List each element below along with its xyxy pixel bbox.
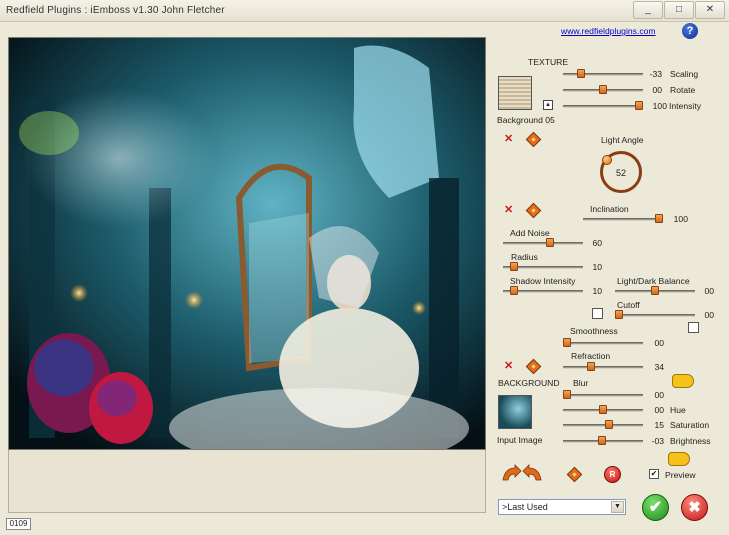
- smoothness-slider[interactable]: [563, 342, 643, 345]
- scaling-slider[interactable]: [563, 73, 643, 76]
- light-angle-label: Light Angle: [601, 135, 644, 145]
- inclination-label: Inclination: [590, 204, 629, 214]
- saturation-label: Saturation: [670, 420, 710, 430]
- pointing-hand-icon: [672, 374, 694, 388]
- brightness-slider-thumb[interactable]: [597, 436, 606, 445]
- cutoff-high-box[interactable]: [688, 322, 699, 333]
- light-remove-icon[interactable]: ✕: [504, 204, 513, 216]
- rotate-label: Rotate: [670, 85, 696, 95]
- texture-section-label: TEXTURE: [528, 57, 569, 67]
- saturation-value: 15: [654, 420, 664, 430]
- shadow-intensity-label: Shadow Intensity: [510, 276, 576, 286]
- refraction-slider-thumb[interactable]: [587, 362, 596, 371]
- preset-select-value: >Last Used: [502, 502, 548, 512]
- preview-checkbox[interactable]: ✔: [649, 469, 659, 479]
- help-icon[interactable]: ?: [682, 23, 698, 39]
- smoothness-value: 00: [654, 338, 664, 348]
- pointing-hand-icon: [668, 452, 690, 466]
- light-dark-balance-label: Light/Dark Balance: [617, 276, 690, 286]
- refraction-slider[interactable]: [563, 366, 643, 369]
- intensity-value: 100: [652, 101, 667, 111]
- radius-label: Radius: [511, 252, 538, 262]
- smoothness-slider-thumb[interactable]: [563, 338, 571, 347]
- preview-label: Preview: [665, 470, 696, 480]
- intensity-label: Intensity: [669, 101, 702, 111]
- hue-slider-thumb[interactable]: [599, 405, 607, 414]
- undo-redo-arrows-icon[interactable]: [499, 464, 545, 482]
- randomize-icon[interactable]: [566, 466, 583, 483]
- background-section-label: BACKGROUND: [498, 378, 560, 388]
- background-name: Input Image: [497, 435, 543, 445]
- light-dark-balance-value: 00: [704, 286, 714, 296]
- inclination-value: 100: [673, 214, 688, 224]
- saturation-slider[interactable]: [563, 424, 643, 427]
- brightness-value: -03: [651, 436, 664, 446]
- brightness-label: Brightness: [670, 436, 711, 446]
- radius-slider-thumb[interactable]: [510, 262, 519, 271]
- refraction-label: Refraction: [571, 351, 611, 361]
- cutoff-low-box[interactable]: [592, 308, 603, 319]
- noise-remove-icon[interactable]: ✕: [504, 360, 513, 372]
- intensity-slider[interactable]: [563, 105, 643, 108]
- title-bar: Redfield Plugins : iEmboss v1.30 John Fl…: [0, 0, 729, 22]
- inclination-slider-thumb[interactable]: [655, 214, 663, 223]
- preview-check-mark: ✔: [650, 469, 658, 478]
- light-load-icon[interactable]: [525, 202, 542, 219]
- blur-label: Blur: [573, 378, 589, 388]
- rotate-slider-thumb[interactable]: [599, 85, 607, 94]
- chevron-down-icon[interactable]: ▼: [611, 501, 624, 513]
- cutoff-slider[interactable]: [615, 314, 695, 317]
- intensity-slider-thumb[interactable]: [635, 101, 643, 110]
- texture-thumbnail[interactable]: [498, 76, 532, 110]
- cancel-button[interactable]: ✖: [681, 494, 708, 521]
- preset-select[interactable]: >Last Used ▼: [498, 499, 626, 515]
- background-thumbnail[interactable]: [498, 395, 532, 429]
- add-noise-slider[interactable]: [503, 242, 583, 245]
- texture-load-icon[interactable]: [525, 131, 542, 148]
- shadow-intensity-value: 10: [592, 286, 602, 296]
- blur-value: 00: [654, 390, 664, 400]
- scaling-label: Scaling: [670, 69, 699, 79]
- website-link[interactable]: www.redfieldplugins.com: [561, 26, 656, 36]
- smoothness-label: Smoothness: [570, 326, 618, 336]
- shadow-intensity-slider-thumb[interactable]: [510, 286, 519, 295]
- texture-up-button[interactable]: ▲: [543, 100, 553, 110]
- blur-slider-thumb[interactable]: [563, 390, 571, 399]
- hue-value: 00: [654, 405, 664, 415]
- cutoff-label: Cutoff: [617, 300, 640, 310]
- texture-name: Background 05: [497, 115, 555, 125]
- light-angle-value: 52: [615, 168, 626, 178]
- ok-button[interactable]: ✔: [642, 494, 669, 521]
- scaling-slider-thumb[interactable]: [577, 69, 586, 78]
- rotate-value: 00: [652, 85, 662, 95]
- light-angle-knob[interactable]: [602, 155, 612, 165]
- saturation-slider-thumb[interactable]: [604, 420, 613, 429]
- minimize-button[interactable]: _: [633, 1, 663, 19]
- maximize-button[interactable]: □: [664, 1, 694, 19]
- scaling-value: -33: [649, 69, 662, 79]
- texture-remove-icon[interactable]: ✕: [504, 133, 513, 145]
- preview-scene-graphic: [9, 38, 485, 449]
- noise-load-icon[interactable]: [525, 358, 542, 375]
- inclination-slider[interactable]: [583, 218, 663, 221]
- preview-empty-area: [8, 450, 486, 513]
- cutoff-slider-thumb[interactable]: [615, 310, 623, 319]
- frame-counter: 0109: [6, 518, 31, 530]
- reset-button[interactable]: R: [604, 466, 621, 483]
- add-noise-slider-thumb[interactable]: [546, 238, 555, 247]
- radius-value: 10: [592, 262, 602, 272]
- blur-slider[interactable]: [563, 394, 643, 397]
- add-noise-value: 60: [592, 238, 602, 248]
- cutoff-value: 00: [704, 310, 714, 320]
- preview-image[interactable]: [8, 37, 486, 450]
- window-title: Redfield Plugins : iEmboss v1.30 John Fl…: [6, 5, 225, 16]
- hue-label: Hue: [670, 405, 686, 415]
- close-button[interactable]: ✕: [695, 1, 725, 19]
- light-dark-balance-slider-thumb[interactable]: [651, 286, 659, 295]
- refraction-value: 34: [654, 362, 664, 372]
- add-noise-label: Add Noise: [510, 228, 550, 238]
